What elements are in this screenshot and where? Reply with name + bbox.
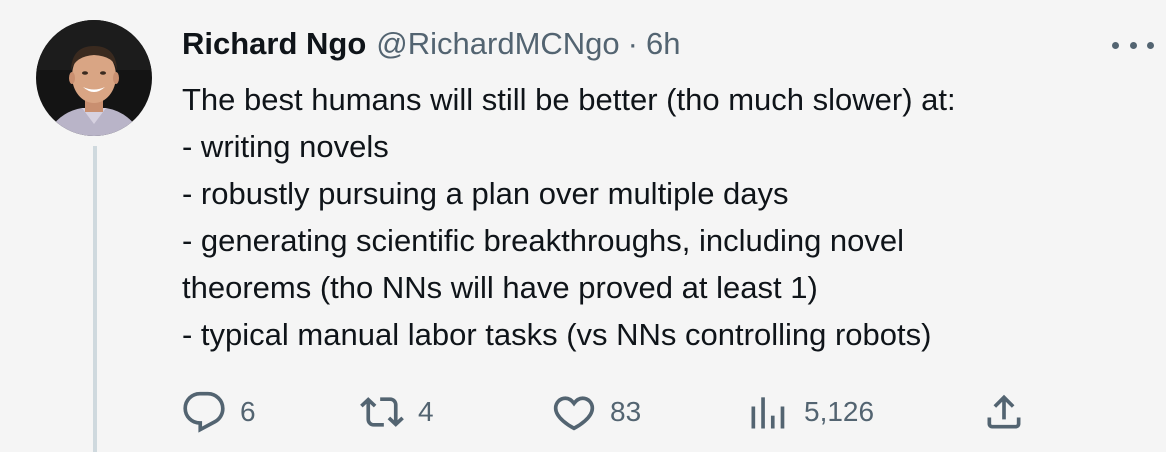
views-count: 5,126 (804, 396, 875, 427)
author-handle[interactable]: @RichardMCNgo (376, 26, 619, 62)
tweet-text-line: The best humans will still be better (th… (182, 82, 956, 117)
tweet-text-line: - writing novels (182, 129, 389, 164)
more-dot (1129, 41, 1137, 49)
tweet-text-line: - generating scientific breakthroughs, i… (182, 223, 905, 258)
retweet-icon (360, 397, 404, 427)
views-button[interactable]: 5,126 (746, 388, 874, 436)
views-icon (751, 397, 785, 429)
more-dot (1112, 41, 1119, 49)
tweet-header: Richard Ngo @RichardMCNgo · 6h (182, 22, 680, 66)
share-button[interactable] (982, 388, 1026, 436)
tweet-text-line: - robustly pursuing a plan over multiple… (182, 176, 789, 211)
like-button[interactable]: 83 (552, 388, 641, 436)
avatar[interactable] (36, 20, 152, 136)
tweet: Richard Ngo @RichardMCNgo · 6h The best … (0, 0, 1166, 452)
tweet-time[interactable]: 6h (646, 26, 680, 62)
reply-button[interactable]: 6 (182, 388, 256, 436)
tweet-text-line: theorems (tho NNs will have proved at le… (182, 270, 818, 305)
reply-icon (183, 391, 225, 433)
separator-dot: · (627, 26, 638, 61)
thread-line (93, 146, 97, 452)
heart-icon (553, 396, 595, 431)
author-name[interactable]: Richard Ngo (182, 26, 366, 62)
reply-count: 6 (240, 396, 256, 427)
like-count: 83 (610, 396, 642, 427)
retweet-button[interactable]: 4 (360, 388, 434, 436)
retweet-count: 4 (418, 396, 434, 427)
tweet-actions: 6 4 83 5,126 (182, 388, 1082, 436)
more-dot (1147, 41, 1154, 49)
tweet-text-line: - typical manual labor tasks (vs NNs con… (182, 317, 932, 352)
tweet-body: The best humans will still be better (th… (182, 76, 1142, 358)
more-icon[interactable] (1112, 28, 1154, 62)
share-icon (987, 394, 1021, 429)
